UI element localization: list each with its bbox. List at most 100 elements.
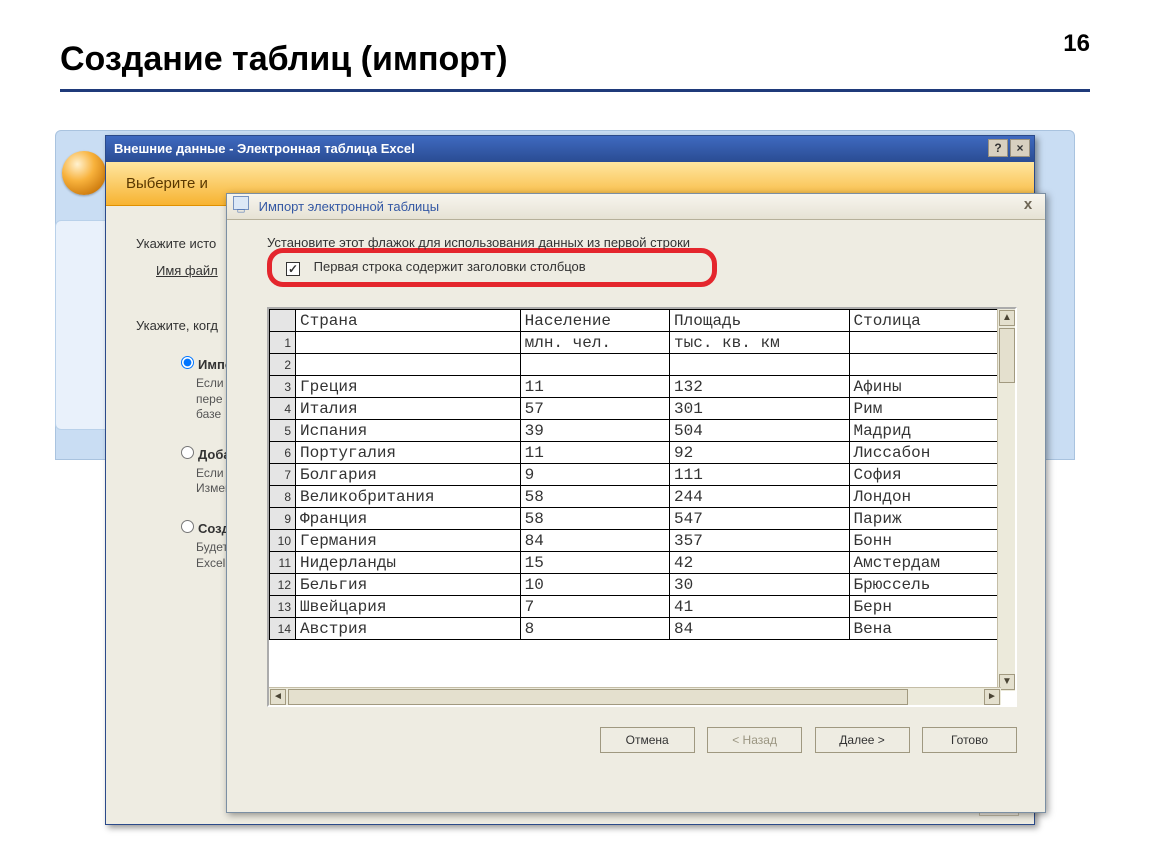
back-button: < Назад [707, 727, 802, 753]
cell: Австрия [296, 618, 521, 640]
row-number: 3 [270, 376, 296, 398]
scroll-left-icon[interactable]: ◄ [270, 689, 286, 705]
scroll-up-icon[interactable]: ▲ [999, 310, 1015, 326]
finish-button[interactable]: Готово [922, 727, 1017, 753]
cell [296, 354, 521, 376]
scroll-right-icon[interactable]: ► [984, 689, 1000, 705]
wizard-titlebar: Внешние данные - Электронная таблица Exc… [106, 136, 1034, 162]
office-orb-icon[interactable] [62, 151, 106, 195]
dialog-close-button[interactable]: x [1017, 196, 1039, 216]
table-row[interactable]: 6Португалия1192Лиссабон [270, 442, 999, 464]
table-row[interactable]: 1млн. чел.тыс. кв. км [270, 332, 999, 354]
col-header-1[interactable]: Население [520, 310, 669, 332]
row-number: 13 [270, 596, 296, 618]
table-row[interactable]: 4Италия57301Рим [270, 398, 999, 420]
cell: Болгария [296, 464, 521, 486]
row-number: 10 [270, 530, 296, 552]
cell: 30 [670, 574, 850, 596]
table-row[interactable]: 10Германия84357Бонн [270, 530, 999, 552]
next-button[interactable]: Далее > [815, 727, 910, 753]
cell: 11 [520, 376, 669, 398]
cell [849, 332, 998, 354]
dialog-instruction: Установите этот флажок для использования… [267, 234, 1025, 252]
cell: Брюссель [849, 574, 998, 596]
cell: Греция [296, 376, 521, 398]
cell: 15 [520, 552, 669, 574]
cell: 357 [670, 530, 850, 552]
scroll-down-icon[interactable]: ▼ [999, 674, 1015, 690]
cell: Великобритания [296, 486, 521, 508]
cell: 39 [520, 420, 669, 442]
cell: Вена [849, 618, 998, 640]
cell: 547 [670, 508, 850, 530]
help-button[interactable]: ? [988, 139, 1008, 157]
horizontal-scrollbar[interactable]: ◄ ► [269, 687, 1001, 705]
cell: Мадрид [849, 420, 998, 442]
cell: Франция [296, 508, 521, 530]
first-row-headers-label: Первая строка содержит заголовки столбцо… [314, 259, 586, 274]
cell: Рим [849, 398, 998, 420]
table-row[interactable]: 7Болгария9111София [270, 464, 999, 486]
table-row[interactable]: 11Нидерланды1542Амстердам [270, 552, 999, 574]
table-row[interactable]: 5Испания39504Мадрид [270, 420, 999, 442]
scroll-thumb-vertical[interactable] [999, 328, 1015, 383]
table-row[interactable]: 13Швейцария741Берн [270, 596, 999, 618]
dialog-icon: ▭ [233, 196, 249, 210]
cell [296, 332, 521, 354]
cell: Амстердам [849, 552, 998, 574]
filename-label: Имя файл [156, 263, 218, 278]
row-number: 8 [270, 486, 296, 508]
cell: 504 [670, 420, 850, 442]
cell: 58 [520, 486, 669, 508]
table-row[interactable]: 12Бельгия1030Брюссель [270, 574, 999, 596]
row-number: 4 [270, 398, 296, 420]
cell: София [849, 464, 998, 486]
cell [670, 354, 850, 376]
spreadsheet-import-dialog: ▭ Импорт электронной таблицы x Установит… [226, 193, 1046, 813]
cell: 244 [670, 486, 850, 508]
radio-link[interactable] [181, 520, 194, 533]
radio-import[interactable] [181, 356, 194, 369]
cell [849, 354, 998, 376]
col-header-3[interactable]: Столица [849, 310, 998, 332]
col-header-0[interactable]: Страна [296, 310, 521, 332]
table-row[interactable]: 3Греция11132Афины [270, 376, 999, 398]
preview-grid: Страна Население Площадь Столица 1млн. ч… [267, 307, 1017, 707]
dialog-titlebar: ▭ Импорт электронной таблицы x [227, 194, 1045, 220]
cell: 9 [520, 464, 669, 486]
cell: 7 [520, 596, 669, 618]
cell: 132 [670, 376, 850, 398]
radio-append[interactable] [181, 446, 194, 459]
table-row[interactable]: 2 [270, 354, 999, 376]
table-row[interactable]: 14Австрия884Вена [270, 618, 999, 640]
vertical-scrollbar[interactable]: ▲ ▼ [997, 309, 1015, 691]
cell: 111 [670, 464, 850, 486]
cell: 42 [670, 552, 850, 574]
row-number: 5 [270, 420, 296, 442]
cell: 11 [520, 442, 669, 464]
scroll-thumb-horizontal[interactable] [288, 689, 908, 705]
cell: 41 [670, 596, 850, 618]
cell: Бонн [849, 530, 998, 552]
table-row[interactable]: 8Великобритания58244Лондон [270, 486, 999, 508]
cell: Бельгия [296, 574, 521, 596]
wizard-title-text: Внешние данные - Электронная таблица Exc… [114, 141, 415, 156]
row-number: 14 [270, 618, 296, 640]
cancel-button[interactable]: Отмена [600, 727, 695, 753]
first-row-headers-checkbox[interactable]: ✓ [286, 262, 300, 276]
row-number: 7 [270, 464, 296, 486]
cell: 58 [520, 508, 669, 530]
col-header-2[interactable]: Площадь [670, 310, 850, 332]
table-row[interactable]: 9Франция58547Париж [270, 508, 999, 530]
row-header-blank [270, 310, 296, 332]
cell: Лондон [849, 486, 998, 508]
cell: Афины [849, 376, 998, 398]
row-number: 12 [270, 574, 296, 596]
cell: Испания [296, 420, 521, 442]
cell: 10 [520, 574, 669, 596]
close-button[interactable]: × [1010, 139, 1030, 157]
preview-table: Страна Население Площадь Столица 1млн. ч… [269, 309, 999, 640]
row-number: 11 [270, 552, 296, 574]
cell: Италия [296, 398, 521, 420]
cell: Португалия [296, 442, 521, 464]
